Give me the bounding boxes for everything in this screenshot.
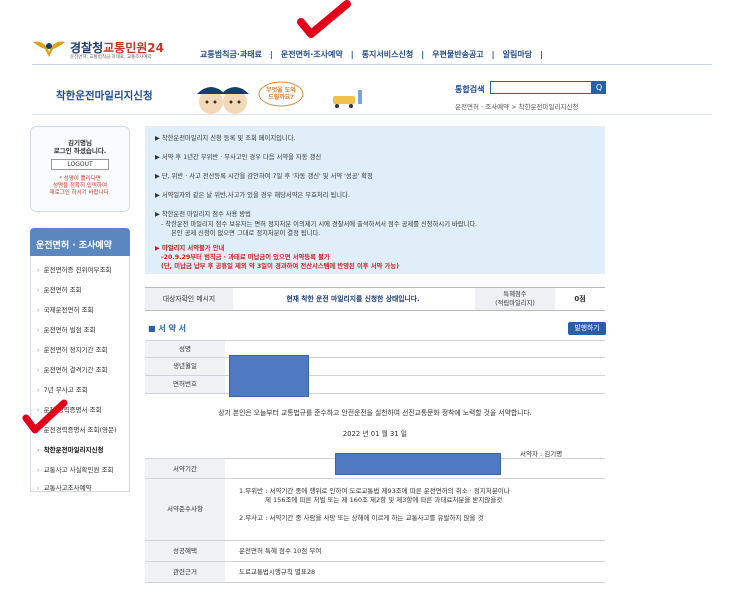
status-label: 대상자확인 메시지 <box>145 288 233 310</box>
birth-label: 생년월일 <box>145 358 225 375</box>
period-label: 서약기간 <box>145 459 225 478</box>
name-label: 성명 <box>145 341 225 357</box>
banner-speech: 무엇을 도와드릴까요? <box>266 87 296 101</box>
sidebar-item-suspension[interactable]: 운전면허 정지기간 조회 <box>37 344 108 354</box>
nav-separator: | <box>540 49 543 59</box>
sidebar-item-accident-cert[interactable]: 교통사고 사실확인원 조회 <box>37 464 114 474</box>
search-button[interactable]: Q <box>592 81 606 94</box>
login-warning-line: * 성명이 틀리다면 <box>59 176 101 182</box>
status-message: 현재 착한 운전 마일리지를 신청한 상태입니다. <box>286 295 420 303</box>
law-label: 관련근거 <box>145 562 225 582</box>
info-line: ▶ 착한운전 마일리지 점수 사용 방법 <box>155 211 251 218</box>
rule-line: 제 156조에 따른 처벌 또는 제 160조 제2항 및 제3항에 따른 과태… <box>265 496 503 504</box>
login-user: 김기명님 로그인 하셨습니다. <box>31 139 129 155</box>
logout-button[interactable]: LOGOUT <box>51 159 109 170</box>
table-row: 성공혜택 운전면허 특혜 점수 10점 부여 <box>145 541 605 562</box>
login-warning-line: 재로그인 하시기 바랍니다. <box>49 190 111 196</box>
sidebar-item-7yr-no-accident[interactable]: 7년 무사고 조회 <box>37 384 88 394</box>
status-row: 대상자확인 메시지 현재 착한 운전 마일리지를 신청한 상태입니다. 특혜점수… <box>145 287 605 311</box>
red-checkmark-icon <box>22 398 68 436</box>
points-value: 0점 <box>574 295 586 303</box>
pledge-statement: 상기 본인은 오늘부터 교통법규를 준수하고 안전운전을 실천하여 선진교통문화… <box>218 409 532 417</box>
nav-separator: | <box>421 49 425 59</box>
nav-fines[interactable]: 교통범칙금·과태료 <box>200 49 262 60</box>
info-warning-line: ▶ 마일리지 서약불가 안내 <box>155 245 225 252</box>
search-input[interactable] <box>490 81 592 94</box>
red-checkmark-icon <box>297 0 353 44</box>
info-warning-line: (단, 미납금 납부 후 공휴일 제외 약 3일이 경과하여 전산시스템에 반영… <box>161 263 399 270</box>
site-logo[interactable]: 경찰청교통민원24 운전면허, 교통범칙금·과태료, 교통조사예약 <box>32 38 182 62</box>
nav-divider <box>32 64 712 65</box>
sidebar-menu: 운전면허증 진위여부조회 운전면허 조회 국제운전면허 조회 운전면허 벌점 조… <box>30 256 130 492</box>
info-line: 본인 공제 신청이 없으면 그대로 정지처분이 결정 됩니다. <box>171 230 321 237</box>
nav-notice[interactable]: 알림마당 <box>503 49 532 60</box>
police-mascot-banner: 무엇을 도와드릴까요? <box>183 78 383 116</box>
redacted-block <box>229 355 309 397</box>
police-emblem-icon <box>32 38 66 58</box>
rule-line: 2.무사고 : 서약기간 중 사람을 사망 또는 상해에 이르게 하는 교통사고… <box>239 514 484 522</box>
pledge-signer: 서약자 : 김기명 <box>520 450 563 458</box>
info-line: ▶ 단, 위반 · 사고 전산등록 시간을 감안하여 7일 후 '자동 갱신' … <box>155 173 373 180</box>
breadcrumb: 운전면허 · 조사예약 > 착한운전마일리지신청 <box>455 103 579 111</box>
nav-separator: | <box>491 49 495 59</box>
info-line: ▶ 서약 후 1년간 무위반 · 무사고인 경우 다음 서약을 자동 갱신 <box>155 154 322 161</box>
info-line: ▶ 서약일자와 같은 날 위반,사고가 있을 경우 해당서약은 무효처리 됩니다… <box>155 192 350 199</box>
search-label: 통합검색 <box>455 85 485 94</box>
table-row: 성명 <box>145 340 605 358</box>
login-warning: * 성명이 틀리다면 성명을 정확히 입력하여 재로그인 하시기 바랍니다. <box>31 176 129 197</box>
points-label-title: 특혜점수 <box>503 291 527 298</box>
nav-separator: | <box>350 49 354 59</box>
table-row: 면허번호 <box>145 376 605 394</box>
sidebar-item-license-verify[interactable]: 운전면허증 진위여부조회 <box>37 264 112 274</box>
sidebar-item-license-lookup[interactable]: 운전면허 조회 <box>37 284 82 294</box>
issue-button[interactable]: 발행하기 <box>568 322 606 335</box>
table-row: 서약준수사항 1.무위반 : 서약기간 중에 행위로 인하여 도로교통법 제93… <box>145 479 605 541</box>
points-label: 특혜점수 (적립마일리지) <box>475 288 555 310</box>
rule-line: 1.무위반 : 서약기간 중에 행위로 인하여 도로교통법 제93조에 따른 운… <box>239 487 510 495</box>
rules-value: 1.무위반 : 서약기간 중에 행위로 인하여 도로교통법 제93조에 따른 운… <box>225 479 605 540</box>
search-icon: Q <box>595 83 603 92</box>
table-row: 관련근거 도로교통법시행규칙 별표28 <box>145 562 605 583</box>
law-value: 도로교통법시행규칙 별표28 <box>239 568 316 576</box>
login-user-name: 김기명님 <box>68 139 92 147</box>
rules-label: 서약준수사항 <box>145 479 225 540</box>
sidebar-item-good-driving-mileage[interactable]: 착한운전마일리지신청 <box>37 444 104 454</box>
sidebar-item-disqualification[interactable]: 운전면허 결격기간 조회 <box>37 364 108 374</box>
nav-separator: | <box>269 49 273 59</box>
logo-subtitle: 운전면허, 교통범칙금·과태료, 교통조사예약 <box>70 55 152 60</box>
pledge-title: ■ 서 약 서 <box>148 324 186 333</box>
license-label: 면허번호 <box>145 376 225 393</box>
sidebar-title: 운전면허 · 조사예약 <box>30 228 130 256</box>
benefit-value: 운전면허 특혜 점수 10점 부여 <box>239 547 322 555</box>
sidebar-item-accident-booking[interactable]: 교통사고조사예약 <box>37 482 92 492</box>
nav-license[interactable]: 운전면허·조사예약 <box>281 49 343 60</box>
login-box: 김기명님 로그인 하셨습니다. LOGOUT * 성명이 틀리다면 성명을 정확… <box>30 126 130 212</box>
login-status: 로그인 하셨습니다. <box>53 147 107 155</box>
info-notice-box: ▶ 착한운전마일리지 신청 등록 및 조회 페이지입니다. ▶ 서약 후 1년간… <box>145 126 605 274</box>
info-warning-line: -20.9.29부터 범칙금 · 과태료 미납금이 있으면 서약등록 불가 <box>161 254 330 261</box>
pledge-date: 2022 년 01 월 31 일 <box>342 430 408 438</box>
nav-returned-mail[interactable]: 우편물반송공고 <box>432 49 484 60</box>
login-warning-line: 성명을 정확히 입력하여 <box>52 183 108 189</box>
sidebar-item-penalty-points[interactable]: 운전면허 벌점 조회 <box>37 324 96 334</box>
pledge-detail-table: 서약기간 서약준수사항 1.무위반 : 서약기간 중에 행위로 인하여 도로교통… <box>145 458 605 583</box>
subheader-divider <box>32 114 712 115</box>
page-title: 착한운전마일리지신청 <box>56 90 153 102</box>
redacted-block <box>335 453 501 475</box>
info-line: ▶ 착한운전마일리지 신청 등록 및 조회 페이지입니다. <box>155 135 296 142</box>
points-label-sub: (적립마일리지) <box>495 300 535 307</box>
sidebar-item-intl-license[interactable]: 국제운전면허 조회 <box>37 304 94 314</box>
main-nav: 교통범칙금·과태료 | 운전면허·조사예약 | 통지서비스신청 | 우편물반송공… <box>200 47 551 61</box>
nav-notification[interactable]: 통지서비스신청 <box>362 49 414 60</box>
info-line: - 착한운전 마일리지 점수 보유자는 면허 정지처분 이의제기 시에 경찰서에… <box>161 221 478 228</box>
table-row: 생년월일 <box>145 358 605 376</box>
benefit-label: 성공혜택 <box>145 541 225 561</box>
